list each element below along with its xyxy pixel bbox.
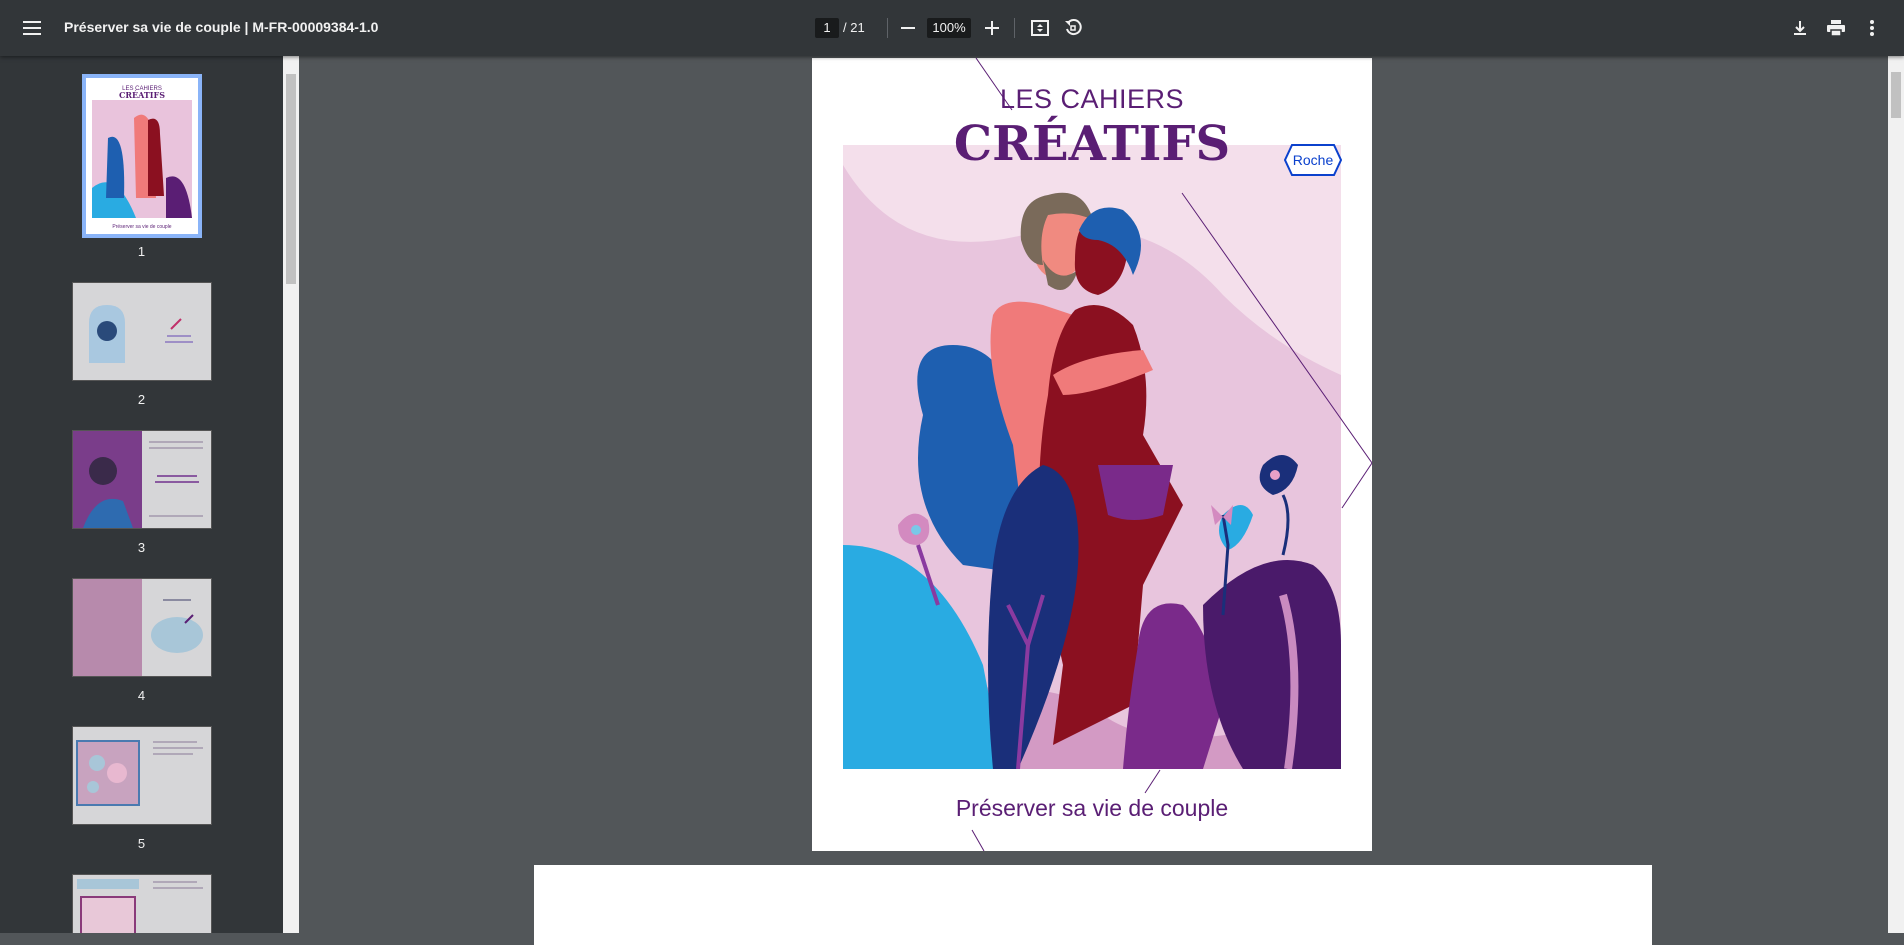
fit-page-icon[interactable] [1024,12,1056,44]
toolbar-divider [887,18,888,38]
menu-icon[interactable] [16,12,48,44]
pdf-page-1: LES CAHIERS CRÉATIFS Roche Préserver sa … [812,58,1372,851]
zoom-out-icon[interactable] [892,12,924,44]
main-scrollbar-thumb[interactable] [1891,72,1901,118]
download-icon[interactable] [1784,12,1816,44]
thumbnail-page-3[interactable] [72,430,212,529]
roche-logo: Roche [1283,144,1343,176]
document-title: Préserver sa vie de couple | M-FR-000093… [64,19,379,35]
thumbnail-number: 4 [137,688,146,703]
thumbnail-sidebar: LES CAHIERS CRÉATIFS Préserver sa vie de… [0,56,283,933]
toolbar-divider [1014,18,1015,38]
thumbnail-number: 3 [137,540,146,555]
more-icon[interactable] [1856,12,1888,44]
thumbnail-number: 5 [137,836,146,851]
sidebar-scrollbar-thumb[interactable] [286,74,296,284]
svg-text:CRÉATIFS: CRÉATIFS [119,90,165,100]
thumbnail-page-2[interactable] [72,282,212,381]
pdf-toolbar: Préserver sa vie de couple | M-FR-000093… [0,0,1904,56]
svg-text:Préserver sa vie de couple: Préserver sa vie de couple [112,224,171,230]
cover-illustration [843,145,1341,769]
cover-book-title: Préserver sa vie de couple [955,795,1229,821]
roche-logo-text: Roche [1293,152,1334,168]
zoom-level-input[interactable]: 100% [927,18,971,38]
page-total: / 21 [843,20,865,35]
cover-series-label: LES CAHIERS [999,84,1185,114]
main-scrollbar[interactable] [1888,56,1904,933]
thumbnail-number: 1 [137,244,146,259]
page-number-input[interactable]: 1 [815,18,839,38]
thumbnail-number: 2 [137,392,146,407]
print-icon[interactable] [1820,12,1852,44]
thumbnail-page-6[interactable] [72,874,212,933]
pdf-page-2 [534,865,1652,945]
zoom-in-icon[interactable] [976,12,1008,44]
rotate-icon[interactable] [1057,12,1089,44]
sidebar-scrollbar[interactable] [283,56,299,933]
thumbnail-page-5[interactable] [72,726,212,825]
thumbnail-page-1[interactable]: LES CAHIERS CRÉATIFS Préserver sa vie de… [82,74,202,238]
thumbnail-page-4[interactable] [72,578,212,677]
